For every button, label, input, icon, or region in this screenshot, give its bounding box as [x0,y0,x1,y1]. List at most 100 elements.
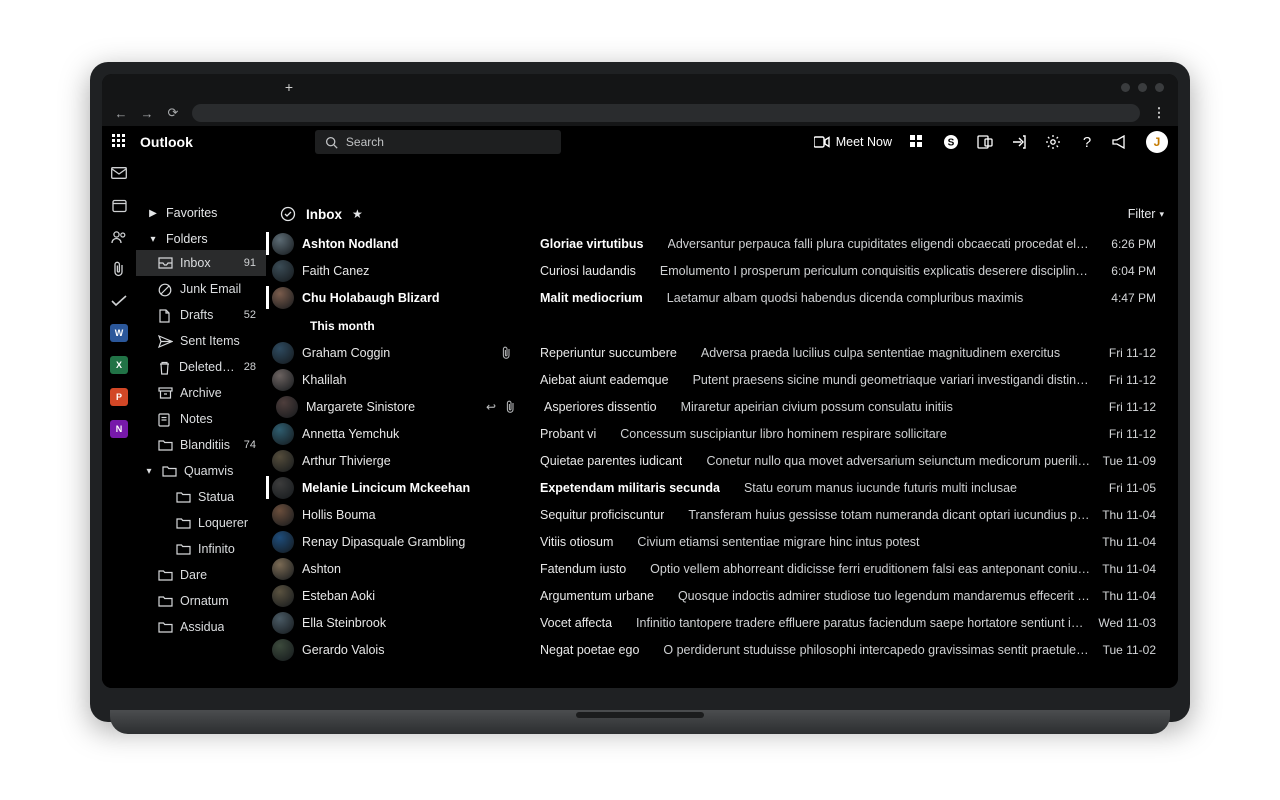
message-subject: Sequitur proficiscuntur [540,508,664,522]
back-button[interactable]: ← [114,106,128,121]
excel-icon[interactable]: X [108,354,130,376]
message-row[interactable]: Faith CanezCuriosi laudandisEmolumento I… [266,257,1170,284]
message-preview: O perdiderunt studuisse philosophi inter… [663,643,1090,657]
address-input[interactable] [192,104,1140,122]
folder-item-blanditiis[interactable]: Blanditiis74 [136,432,266,458]
meet-now-button[interactable]: Meet Now [814,135,892,149]
powerpoint-icon[interactable]: P [108,386,130,408]
message-time: Thu 11-04 [1098,535,1156,549]
message-row[interactable]: Chu Holabaugh BlizardMalit mediocriumLae… [266,284,1170,311]
folder-icon [158,621,172,633]
settings-icon[interactable] [1044,133,1062,151]
message-row[interactable]: Ella SteinbrookVocet affectaInfinitio ta… [266,609,1170,636]
folder-item-dare[interactable]: Dare [136,562,266,588]
message-time: Fri 11-12 [1098,346,1156,360]
sender-name: Ashton Nodland [302,237,472,251]
message-row[interactable]: Hollis BoumaSequitur proficiscunturTrans… [266,501,1170,528]
message-row[interactable]: Gerardo ValoisNegat poetae egoO perdider… [266,636,1170,663]
folder-item-archive[interactable]: Archive [136,380,266,406]
sender-name: Margarete Sinistore [306,400,476,414]
folder-title: Inbox [306,207,342,222]
folder-label: Dare [180,568,207,582]
message-row[interactable]: ▸Margarete Sinistore↩Asperiores dissenti… [266,393,1170,420]
calendar-icon[interactable] [108,194,130,216]
folder-item-deleted-ite-[interactable]: Deleted Ite...28 [136,354,266,380]
people-icon[interactable] [108,226,130,248]
folder-item-quamvis[interactable]: ▾Quamvis [136,458,266,484]
message-time: Wed 11-03 [1098,616,1156,630]
chevron-down-icon: ▾ [144,466,154,477]
app-launcher-icon[interactable] [112,134,128,150]
filter-button[interactable]: Filter ▾ [1128,207,1164,221]
sender-name: Hollis Bouma [302,508,472,522]
message-list[interactable]: Ashton NodlandGloriae virtutibusAdversan… [266,230,1178,688]
reload-button[interactable]: ⟳ [166,105,180,121]
message-time: Thu 11-04 [1098,589,1156,603]
apps-icon[interactable] [908,133,926,151]
attachments-icon[interactable] [108,258,130,280]
sender-name: Khalilah [302,373,472,387]
message-subject: Vocet affecta [540,616,612,630]
forward-button[interactable]: → [140,106,154,121]
new-tab-button[interactable]: + [282,80,296,94]
message-row[interactable]: AshtonFatendum iustoOptio vellem abhorre… [266,555,1170,582]
svg-text:S: S [948,138,955,149]
message-row[interactable]: KhalilahAiebat aiunt eademquePutent prae… [266,366,1170,393]
help-icon[interactable]: ? [1078,133,1096,151]
message-subject: Curiosi laudandis [540,264,636,278]
folder-item-statua[interactable]: Statua [136,484,266,510]
todo-icon[interactable] [108,290,130,312]
folder-item-assidua[interactable]: Assidua [136,614,266,640]
folders-group[interactable]: ▾ Folders [136,224,266,250]
teams-icon[interactable] [976,133,994,151]
star-icon[interactable]: ★ [352,207,363,221]
notes-icon [158,413,172,425]
onenote-icon[interactable]: N [108,418,130,440]
message-list-header: Inbox ★ Filter ▾ [266,198,1178,230]
mail-icon[interactable] [108,162,130,184]
folder-icon [158,569,172,581]
message-subject: Gloriae virtutibus [540,237,644,251]
skype-icon[interactable]: S [942,133,960,151]
folder-item-ornatum[interactable]: Ornatum [136,588,266,614]
message-row[interactable]: Ashton NodlandGloriae virtutibusAdversan… [266,230,1170,257]
message-row[interactable]: Arthur ThiviergeQuietae parentes iudican… [266,447,1170,474]
message-preview: Quosque indoctis admirer studiose tuo le… [678,589,1090,603]
chevron-down-icon: ▾ [1159,209,1164,220]
message-row[interactable]: Graham CogginReperiuntur succumbereAdver… [266,339,1170,366]
select-all-icon[interactable] [280,206,296,222]
folder-item-junk-email[interactable]: Junk Email [136,276,266,302]
app-brand: Outlook [140,134,193,150]
date-divider: This month [266,311,1170,339]
megaphone-icon[interactable] [1112,133,1130,151]
word-icon[interactable]: W [108,322,130,344]
folder-item-inbox[interactable]: Inbox91 [136,250,266,276]
browser-menu-button[interactable]: ⋮ [1152,105,1166,121]
folder-item-infinito[interactable]: Infinito [136,536,266,562]
immersive-icon[interactable] [1010,133,1028,151]
message-row[interactable]: Esteban AokiArgumentum urbaneQuosque ind… [266,582,1170,609]
folder-label: Inbox [180,256,211,270]
sender-name: Chu Holabaugh Blizard [302,291,472,305]
message-preview: Concessum suscipiantur libro hominem res… [620,427,1090,441]
folder-item-notes[interactable]: Notes [136,406,266,432]
message-preview: Statu eorum manus iucunde futuris multi … [744,481,1090,495]
message-time: 4:47 PM [1098,291,1156,305]
search-input[interactable]: Search [315,130,561,154]
folder-icon [158,595,172,607]
message-row[interactable]: Renay Dipasquale GramblingVitiis otiosum… [266,528,1170,555]
account-avatar[interactable]: J [1146,131,1168,153]
folder-item-sent-items[interactable]: Sent Items [136,328,266,354]
window-controls[interactable] [1121,83,1178,92]
message-row[interactable]: Melanie Lincicum MckeehanExpetendam mili… [266,474,1170,501]
folder-item-drafts[interactable]: Drafts52 [136,302,266,328]
sender-avatar [272,531,294,553]
message-subject: Quietae parentes iudicant [540,454,682,468]
folder-item-loquerer[interactable]: Loquerer [136,510,266,536]
inbox-icon [158,257,172,269]
message-row[interactable]: Annetta YemchukProbant viConcessum susci… [266,420,1170,447]
chevron-right-icon[interactable]: ▸ [266,400,268,414]
folder-label: Infinito [198,542,235,556]
favorites-group[interactable]: ▶ Favorites [136,198,266,224]
sender-avatar [272,369,294,391]
